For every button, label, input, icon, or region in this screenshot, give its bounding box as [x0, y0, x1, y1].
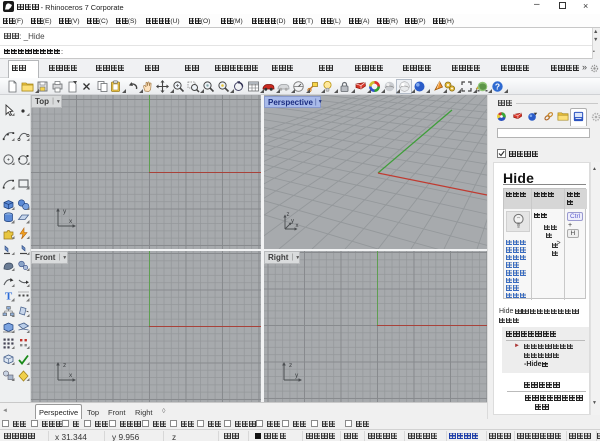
svg-text:z: z [287, 212, 290, 218]
svg-text:z: z [289, 362, 292, 369]
svg-text:x: x [296, 223, 299, 229]
svg-text:?: ? [494, 81, 499, 91]
svg-text:y: y [295, 372, 299, 379]
svg-text:x: x [69, 372, 73, 379]
svg-text:z: z [63, 362, 66, 369]
svg-text:y: y [291, 219, 294, 225]
svg-text:x: x [69, 218, 73, 225]
svg-text:y: y [63, 208, 67, 215]
